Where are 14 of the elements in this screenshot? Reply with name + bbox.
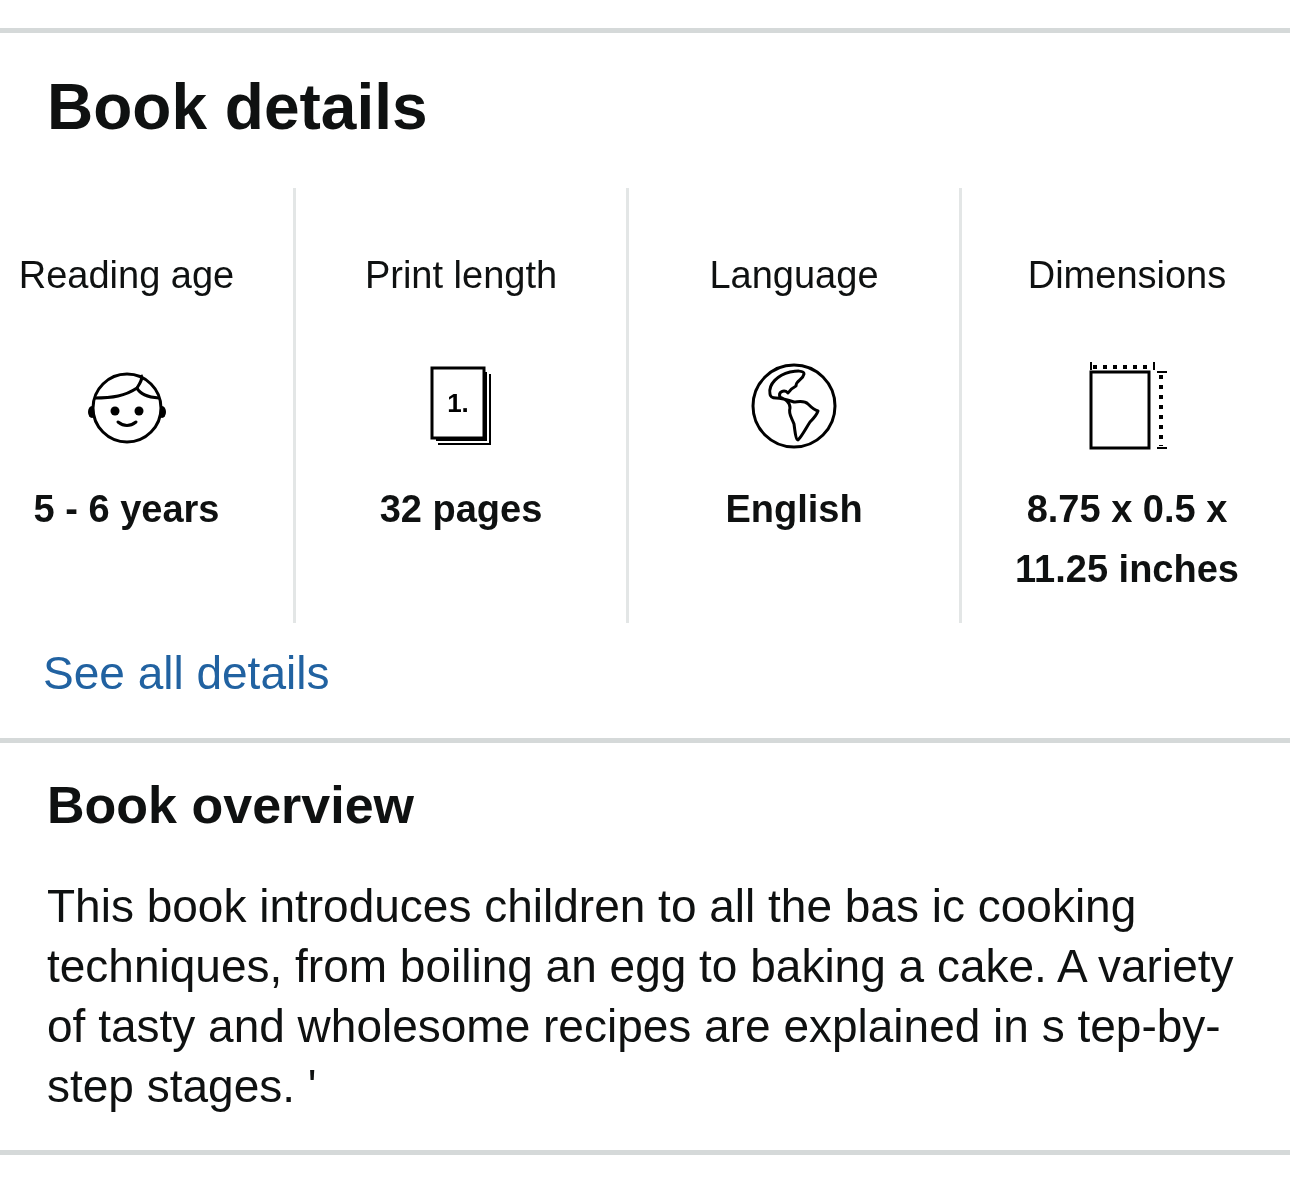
detail-label: Print length xyxy=(364,252,558,298)
detail-value: 32 pages xyxy=(379,486,543,532)
overview-text: This book introduces children to all the bas ic cooking techniques, from boiling an egg to baking a cake. A variety of tasty and wholesome recipes are explained in s tep-by-step stages. ' xyxy=(47,879,1235,1115)
detail-label: Dimensions xyxy=(1027,252,1227,298)
see-all-details-link[interactable]: See all details xyxy=(43,644,330,701)
detail-label: Reading age xyxy=(18,252,235,298)
detail-value: 8.75 x 0.5 x 11.25 inches xyxy=(1014,486,1240,592)
detail-value: English xyxy=(725,486,863,532)
section-heading: Book details xyxy=(47,70,428,145)
detail-value: 5 - 6 years xyxy=(33,486,220,532)
section-heading: Book overview xyxy=(47,774,415,836)
page-with-rulers-icon xyxy=(1087,359,1167,452)
detail-label: Language xyxy=(709,252,879,298)
globe-icon xyxy=(750,361,838,450)
